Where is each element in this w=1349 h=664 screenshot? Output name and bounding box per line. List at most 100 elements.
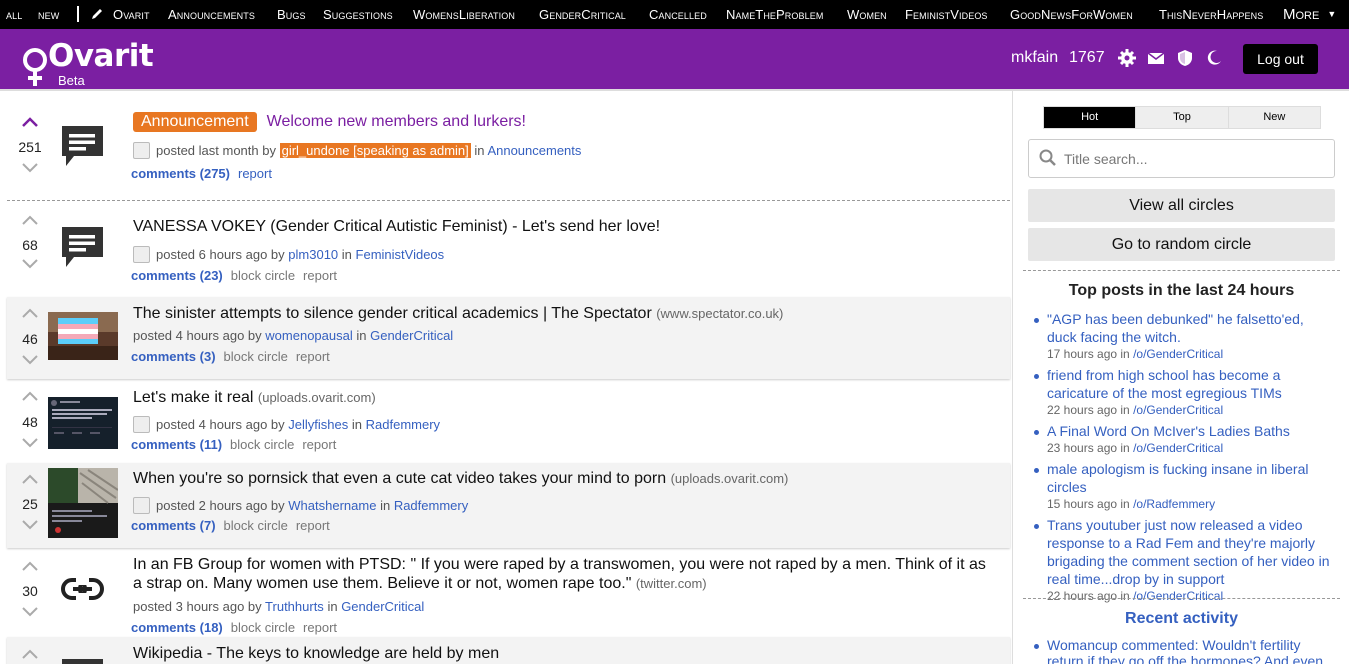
report-link[interactable]: report <box>302 437 336 452</box>
post-circle[interactable]: Announcements <box>487 143 581 158</box>
comments-link[interactable]: comments (3) <box>131 349 216 364</box>
site-logo[interactable]: Ovarit Beta <box>18 38 154 88</box>
comments-link[interactable]: comments (11) <box>131 437 222 452</box>
random-circle-button[interactable]: Go to random circle <box>1028 228 1335 261</box>
downvote-icon[interactable] <box>22 163 38 173</box>
gear-icon[interactable] <box>1118 49 1136 67</box>
tab-hot[interactable]: Hot <box>1044 107 1136 128</box>
post-thumbnail[interactable] <box>48 312 118 360</box>
nav-item-nametheproblem[interactable]: NameTheProblem <box>726 8 823 22</box>
text-post-icon[interactable] <box>60 124 105 169</box>
post-title[interactable]: Welcome new members and lurkers! <box>267 113 526 130</box>
post-circle[interactable]: GenderCritical <box>370 328 453 343</box>
nav-item-new[interactable]: new <box>38 8 59 22</box>
list-item: male apologism is fucking insane in libe… <box>1034 461 1337 511</box>
top-post-circle[interactable]: /o/GenderCritical <box>1133 589 1223 603</box>
top-post-circle[interactable]: /o/GenderCritical <box>1133 441 1223 455</box>
recent-activity-heading[interactable]: Recent activity <box>1013 610 1349 628</box>
activity-user[interactable]: Womancup commented: <box>1047 637 1198 653</box>
comments-link[interactable]: comments (275) <box>131 166 230 181</box>
post-title[interactable]: In an FB Group for women with PTSD: " If… <box>133 556 986 573</box>
top-post-link[interactable]: male apologism is fucking insane in libe… <box>1047 461 1308 495</box>
report-link[interactable]: report <box>303 620 337 635</box>
top-post-link[interactable]: A Final Word On McIver's Ladies Baths <box>1047 423 1290 439</box>
title-search-input[interactable] <box>1064 149 1324 169</box>
top-post-time: 22 hours ago in <box>1047 403 1130 417</box>
nav-more-button[interactable]: More ▼ <box>1283 6 1336 23</box>
comments-link[interactable]: comments (23) <box>131 268 223 283</box>
tab-new[interactable]: New <box>1227 107 1320 128</box>
post-author[interactable]: plm3010 <box>288 247 338 262</box>
post-thumbnail[interactable] <box>48 397 118 449</box>
downvote-icon[interactable] <box>22 520 38 530</box>
downvote-icon[interactable] <box>22 438 38 448</box>
report-link[interactable]: report <box>238 166 272 181</box>
top-post-circle[interactable]: /o/GenderCritical <box>1133 403 1223 417</box>
upvote-icon[interactable] <box>22 561 38 571</box>
post-title[interactable]: The sinister attempts to silence gender … <box>133 305 652 322</box>
block-circle-link[interactable]: block circle <box>231 620 295 635</box>
nav-item-announcements[interactable]: Announcements <box>168 8 255 22</box>
block-circle-link[interactable]: block circle <box>231 268 295 283</box>
link-icon[interactable] <box>60 576 105 602</box>
report-link[interactable]: report <box>296 518 330 533</box>
text-post-icon[interactable] <box>60 657 105 664</box>
post-circle[interactable]: FeministVideos <box>356 247 445 262</box>
top-post-link[interactable]: Trans youtuber just now released a video… <box>1047 517 1330 587</box>
shield-icon[interactable] <box>1176 49 1194 67</box>
nav-item-womensliberation[interactable]: WomensLiberation <box>413 8 515 22</box>
nav-item-gendercritical[interactable]: GenderCritical <box>539 8 626 22</box>
nav-item-women[interactable]: Women <box>847 8 887 22</box>
post-circle[interactable]: GenderCritical <box>341 599 424 614</box>
comments-link[interactable]: comments (18) <box>131 620 223 635</box>
post-author[interactable]: Truthhurts <box>265 599 324 614</box>
upvote-icon[interactable] <box>22 308 38 318</box>
post-title[interactable]: Wikipedia - The keys to knowledge are he… <box>133 645 499 663</box>
downvote-icon[interactable] <box>22 355 38 365</box>
post-circle[interactable]: Radfemmery <box>394 498 468 513</box>
post-author[interactable]: womenopausal <box>265 328 352 343</box>
top-post-link[interactable]: "AGP has been debunked" he falsetto'ed, … <box>1047 311 1304 345</box>
top-post-circle[interactable]: /o/Radfemmery <box>1133 497 1215 511</box>
nav-item-bugs[interactable]: Bugs <box>277 8 306 22</box>
post-author[interactable]: girl_undone [speaking as admin] <box>279 143 471 158</box>
logout-button[interactable]: Log out <box>1243 44 1318 74</box>
mail-icon[interactable] <box>1147 49 1165 67</box>
nav-item-suggestions[interactable]: Suggestions <box>323 8 393 22</box>
post-thumbnail[interactable] <box>48 468 118 538</box>
tab-top[interactable]: Top <box>1135 107 1228 128</box>
top-post-link[interactable]: friend from high school has become a car… <box>1047 367 1282 401</box>
nav-item-feministvideos[interactable]: FeministVideos <box>905 8 988 22</box>
post-title[interactable]: Let's make it real <box>133 389 253 406</box>
view-all-circles-button[interactable]: View all circles <box>1028 189 1335 222</box>
post-author[interactable]: Jellyfishes <box>288 417 348 432</box>
nav-item-ovarit[interactable]: Ovarit <box>113 8 150 22</box>
downvote-icon[interactable] <box>22 259 38 269</box>
downvote-icon[interactable] <box>22 607 38 617</box>
post-title[interactable]: When you're so pornsick that even a cute… <box>133 470 666 487</box>
block-circle-link[interactable]: block circle <box>230 437 294 452</box>
text-post-icon[interactable] <box>60 225 105 270</box>
top-post-circle[interactable]: /o/GenderCritical <box>1133 347 1223 361</box>
upvote-icon[interactable] <box>22 391 38 401</box>
pencil-icon[interactable] <box>90 7 104 21</box>
block-circle-link[interactable]: block circle <box>224 518 288 533</box>
nav-item-thisneverhappens[interactable]: ThisNeverHappens <box>1159 8 1263 22</box>
nav-item-cancelled[interactable]: Cancelled <box>649 8 707 22</box>
moon-icon[interactable] <box>1205 49 1223 67</box>
report-link[interactable]: report <box>303 268 337 283</box>
nav-item-goodnewsforwomen[interactable]: GoodNewsForWomen <box>1010 8 1133 22</box>
upvote-icon[interactable] <box>22 649 38 659</box>
username-link[interactable]: mkfain <box>1011 49 1058 67</box>
comments-link[interactable]: comments (7) <box>131 518 216 533</box>
upvote-icon[interactable] <box>22 215 38 225</box>
nav-item-all[interactable]: all <box>6 8 22 22</box>
report-link[interactable]: report <box>296 349 330 364</box>
post-title[interactable]: VANESSA VOKEY (Gender Critical Autistic … <box>133 218 660 236</box>
post-title-continued[interactable]: a strap on. Many women use them. Believe… <box>133 575 631 592</box>
post-circle[interactable]: Radfemmery <box>366 417 440 432</box>
upvote-icon[interactable] <box>22 117 38 127</box>
post-author[interactable]: Whatshername <box>288 498 376 513</box>
upvote-icon[interactable] <box>22 474 38 484</box>
block-circle-link[interactable]: block circle <box>224 349 288 364</box>
